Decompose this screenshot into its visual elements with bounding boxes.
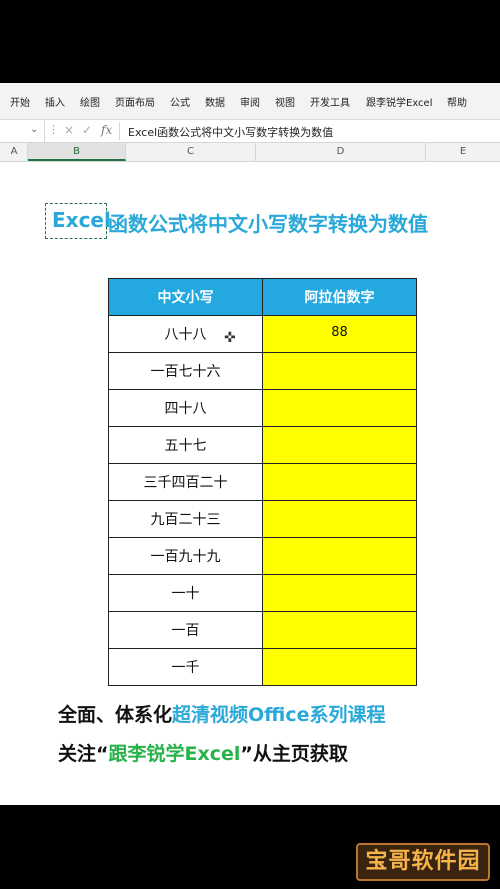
tab-review[interactable]: 审阅 <box>240 94 260 109</box>
tab-custom[interactable]: 跟李锐学Excel <box>366 94 433 109</box>
cell-value <box>263 390 416 399</box>
conversion-table: 中文小写 阿拉伯数字 八十八 88 一百七十六 四十八 五十七 三千四百二十 九百… <box>108 278 417 686</box>
cell-arabic[interactable] <box>262 463 417 501</box>
table-row: 一百 <box>108 611 417 649</box>
header-arabic[interactable]: 阿拉伯数字 <box>262 278 417 316</box>
promo-line-2-channel: 跟李锐学Excel <box>108 743 241 765</box>
cell-chinese[interactable]: 一百九十九 <box>108 537 263 575</box>
promo-line-2: 关注“跟李锐学Excel”从主页获取 <box>58 739 348 766</box>
cell-arabic[interactable] <box>262 611 417 649</box>
cell-arabic[interactable] <box>262 574 417 612</box>
table-row: 一千 <box>108 648 417 686</box>
tab-formulas[interactable]: 公式 <box>170 94 190 109</box>
title-prefix: Excel <box>52 208 111 232</box>
tab-data[interactable]: 数据 <box>205 94 225 109</box>
cell-arabic[interactable] <box>262 500 417 538</box>
table-row: 一百七十六 <box>108 352 417 390</box>
insert-function-icon[interactable]: fx <box>101 123 112 137</box>
tab-help[interactable]: 帮助 <box>447 94 467 109</box>
promo-line-2-end: ”从主页获取 <box>240 743 348 765</box>
cell-chinese[interactable]: 一十 <box>108 574 263 612</box>
column-headers: A B C D E <box>0 143 500 162</box>
cell-value <box>263 353 416 362</box>
table-row: 四十八 <box>108 389 417 427</box>
more-options-icon[interactable]: ⋮ <box>48 123 59 136</box>
cell-chinese[interactable]: 三千四百二十 <box>108 463 263 501</box>
tab-insert[interactable]: 插入 <box>45 94 65 109</box>
cell-arabic[interactable] <box>262 352 417 390</box>
promo-line-1-black: 全面、体系化 <box>58 704 173 726</box>
cell-chinese[interactable]: 五十七 <box>108 426 263 464</box>
cancel-icon[interactable]: × <box>64 123 74 137</box>
cell-value <box>263 538 416 547</box>
cell-value <box>263 649 416 658</box>
column-header-b[interactable]: B <box>28 143 126 161</box>
confirm-icon[interactable]: ✓ <box>82 123 92 137</box>
cell-value <box>263 501 416 510</box>
cell-value <box>263 612 416 621</box>
ribbon-tabs: 开始 插入 绘图 页面布局 公式 数据 审阅 视图 开发工具 跟李锐学Excel… <box>0 83 500 120</box>
column-header-a[interactable]: A <box>0 143 28 161</box>
promo-line-1: 全面、体系化超清视频Office系列课程 <box>58 700 386 727</box>
table-row: 一十 <box>108 574 417 612</box>
promo-line-1-blue: 超清视频Office系列课程 <box>172 704 386 726</box>
watermark-logo: 宝哥软件园 <box>356 843 490 881</box>
cell-chinese[interactable]: 一百 <box>108 611 263 649</box>
header-chinese[interactable]: 中文小写 <box>108 278 263 316</box>
table-row: 九百二十三 <box>108 500 417 538</box>
cell-chinese[interactable]: 八十八 <box>108 315 263 353</box>
table-row: 五十七 <box>108 426 417 464</box>
column-header-c[interactable]: C <box>126 143 256 161</box>
cell-chinese[interactable]: 一千 <box>108 648 263 686</box>
cell-chinese[interactable]: 四十八 <box>108 389 263 427</box>
column-header-d[interactable]: D <box>256 143 426 161</box>
table-row: 三千四百二十 <box>108 463 417 501</box>
tab-developer[interactable]: 开发工具 <box>310 94 350 109</box>
tab-view[interactable]: 视图 <box>275 94 295 109</box>
formula-bar: ⌄ ⋮ × ✓ fx Excel函数公式将中文小写数字转换为数值 <box>0 120 500 143</box>
cell-value: 88 <box>331 325 348 340</box>
tab-draw[interactable]: 绘图 <box>80 94 100 109</box>
tab-page-layout[interactable]: 页面布局 <box>115 94 155 109</box>
cell-chinese[interactable]: 九百二十三 <box>108 500 263 538</box>
chevron-down-icon[interactable]: ⌄ <box>30 124 38 135</box>
cell-arabic[interactable] <box>262 389 417 427</box>
divider <box>119 122 120 140</box>
cell-value <box>263 427 416 436</box>
cell-cursor-icon: ✜ <box>224 330 236 346</box>
table-row: 一百九十九 <box>108 537 417 575</box>
cell-arabic[interactable] <box>262 648 417 686</box>
name-box[interactable]: ⌄ <box>0 120 45 142</box>
formula-input[interactable]: Excel函数公式将中文小写数字转换为数值 <box>128 124 333 140</box>
cell-value <box>263 464 416 473</box>
tab-home[interactable]: 开始 <box>10 94 30 109</box>
title-text: 函数公式将中文小写数字转换为数值 <box>108 212 428 236</box>
cell-value <box>263 575 416 584</box>
table-header-row: 中文小写 阿拉伯数字 <box>108 278 417 316</box>
promo-line-2-start: 关注“ <box>58 743 109 765</box>
table-row: 八十八 88 <box>108 315 417 353</box>
cell-chinese[interactable]: 一百七十六 <box>108 352 263 390</box>
cell-arabic[interactable]: 88 <box>262 315 417 353</box>
column-header-e[interactable]: E <box>426 143 500 161</box>
cell-arabic[interactable] <box>262 537 417 575</box>
cell-arabic[interactable] <box>262 426 417 464</box>
